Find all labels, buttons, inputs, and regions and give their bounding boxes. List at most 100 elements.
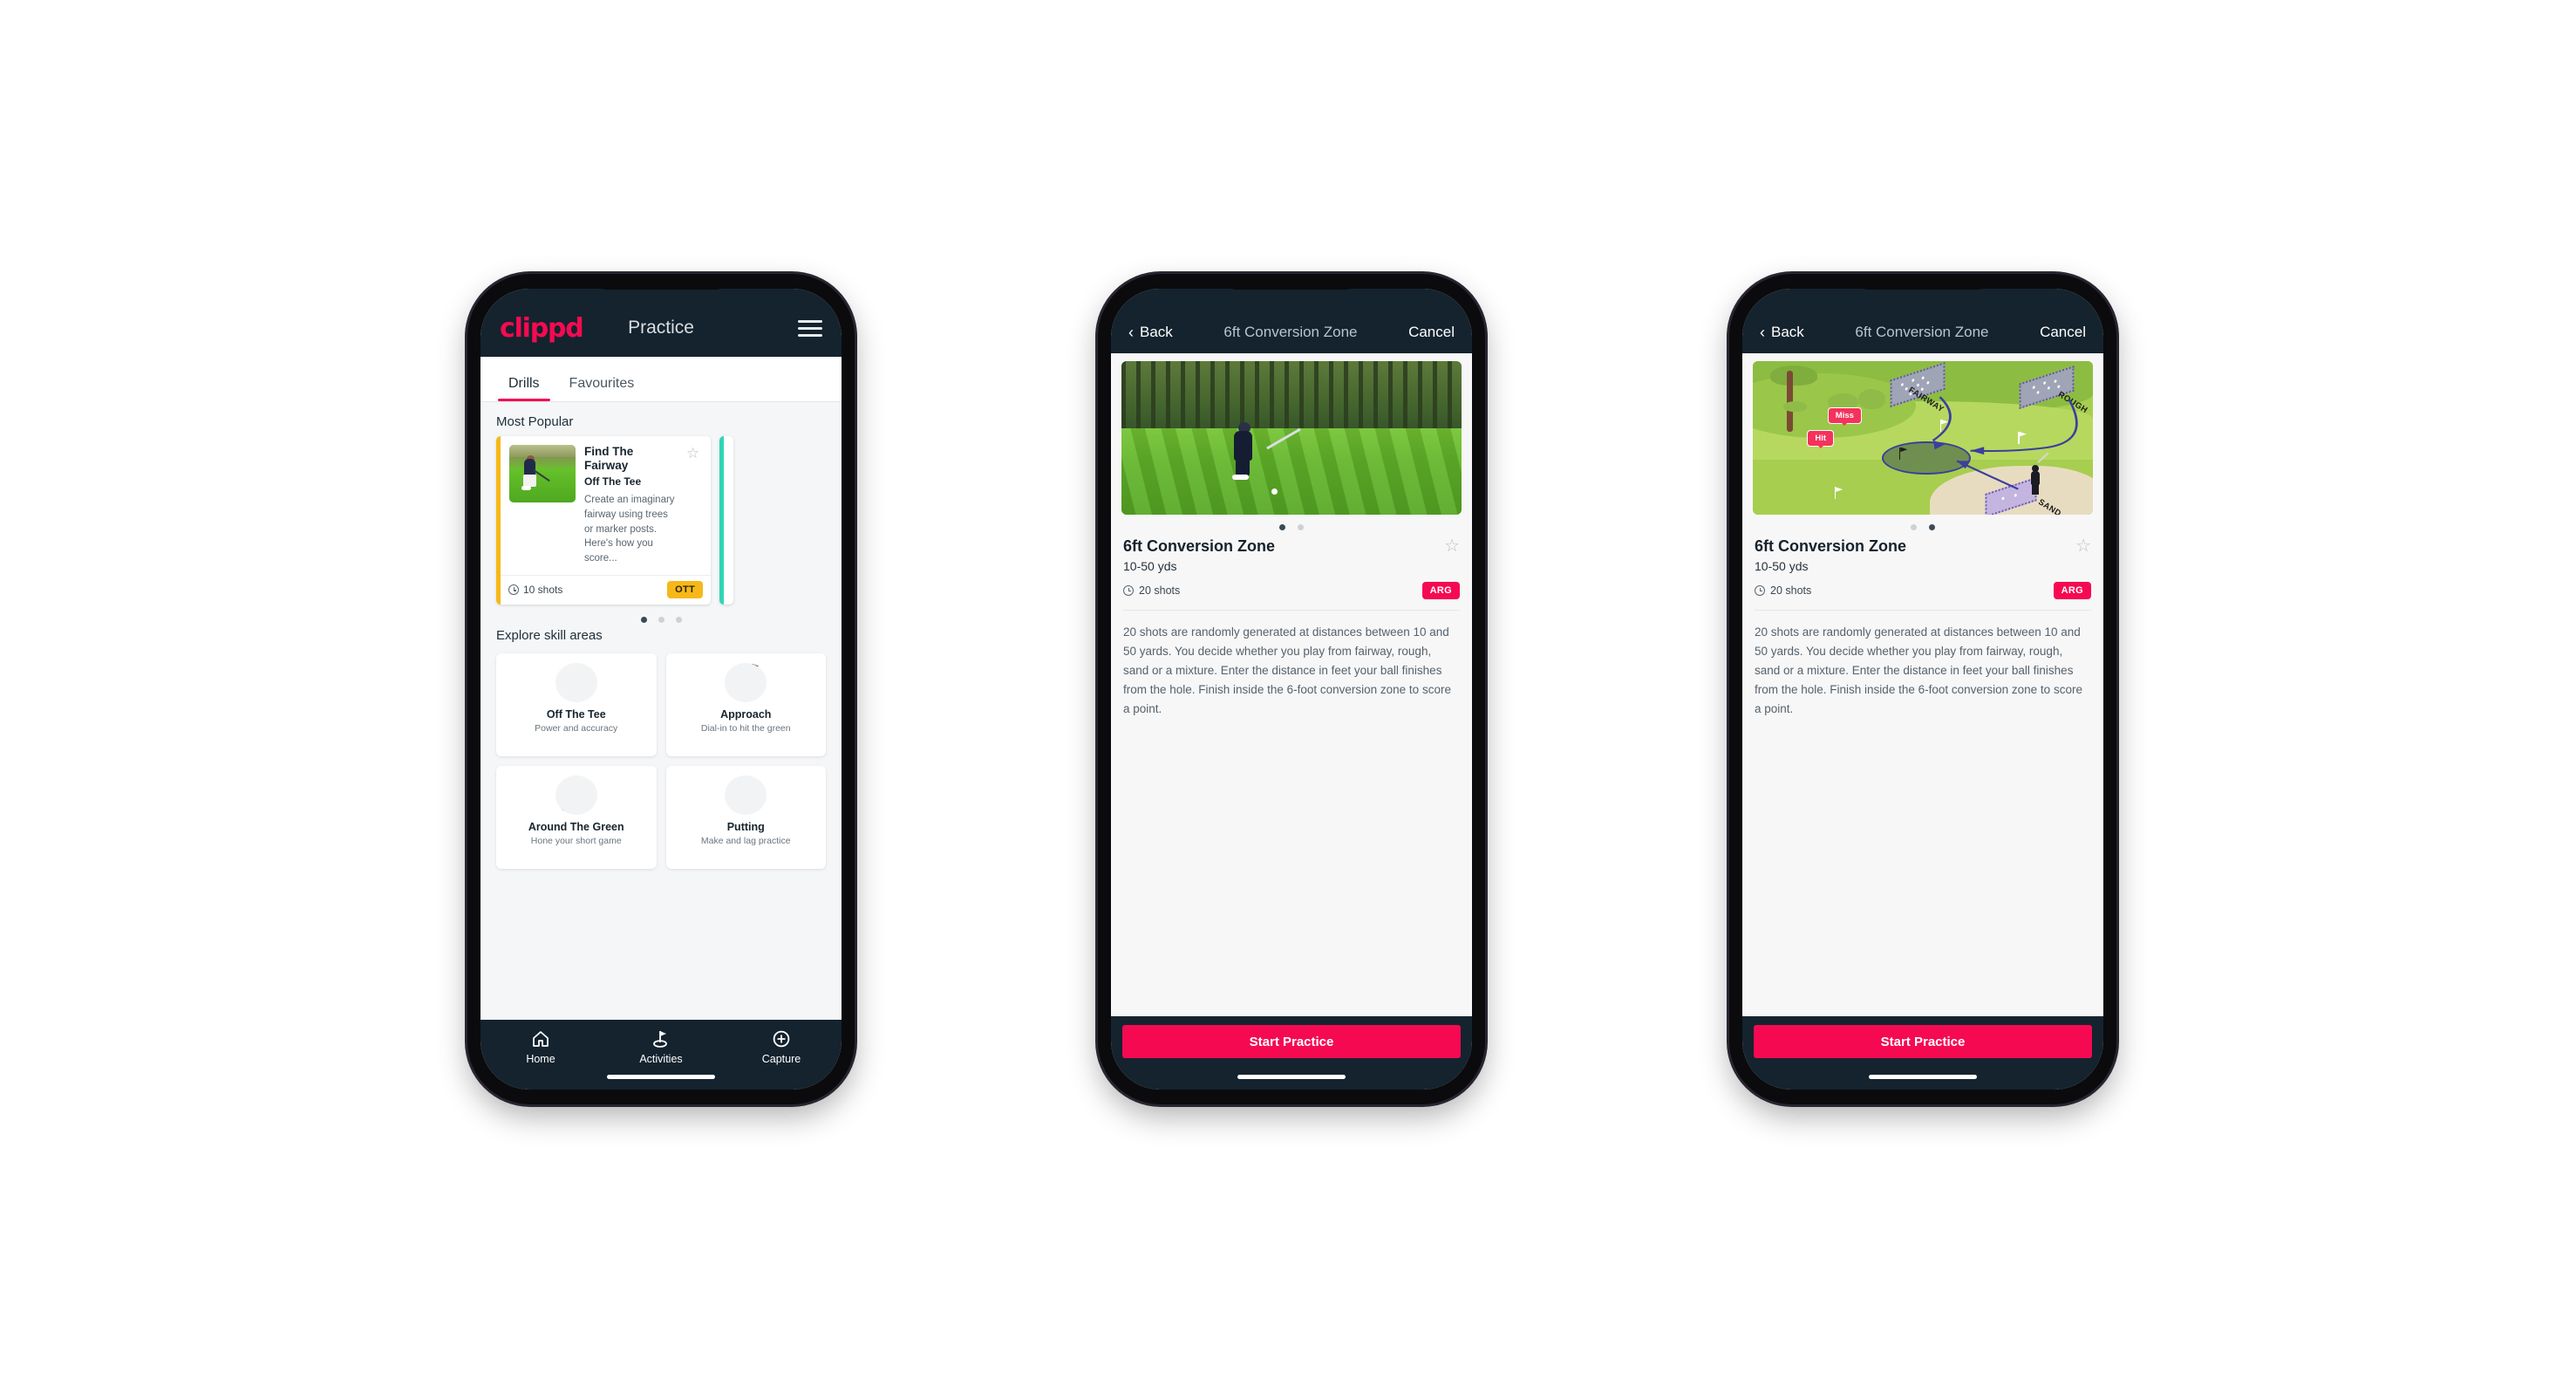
start-practice-button[interactable]: Start Practice bbox=[1754, 1025, 2092, 1058]
section-explore-title: Explore skill areas bbox=[496, 627, 603, 643]
plus-circle-icon bbox=[773, 1030, 790, 1048]
skill-areas-grid: Off The Tee Power and accuracy Approach … bbox=[480, 650, 842, 869]
media-dot[interactable] bbox=[1298, 524, 1304, 530]
skill-name: Putting bbox=[726, 820, 765, 833]
bottom-navigation: Home Activities Capture bbox=[480, 1020, 842, 1090]
skill-desc: Hone your short game bbox=[530, 835, 622, 846]
back-button[interactable]: ‹ Back bbox=[1760, 324, 1804, 341]
phone-practice-list: clippd Practice Drills Favourites Most P… bbox=[467, 274, 855, 1104]
modal-nav-bar: ‹ Back 6ft Conversion Zone Cancel bbox=[1111, 289, 1472, 353]
skill-name: Off The Tee bbox=[546, 707, 606, 721]
home-indicator bbox=[1237, 1075, 1346, 1079]
drill-distance: 10-50 yds bbox=[1123, 559, 1177, 573]
clippd-logo: clippd bbox=[500, 312, 584, 344]
skill-card-around-the-green[interactable]: Around The Green Hone your short game bbox=[496, 765, 657, 869]
detail-meta: 20 shots ARG bbox=[1753, 582, 2093, 599]
status-badge-arg: ARG bbox=[2053, 582, 2091, 599]
phone-drill-detail-photo: ‹ Back 6ft Conversion Zone Cancel 6ft Co… bbox=[1098, 274, 1485, 1104]
home-icon bbox=[533, 1031, 549, 1047]
drill-detail-body: 6ft Conversion Zone 10-50 yds ☆ 20 shots… bbox=[1111, 353, 1472, 1016]
section-most-popular-title: Most Popular bbox=[496, 414, 574, 429]
drill-detail-body: FAIRWAY ROUGH SAND Miss Hit 6ft Conversi… bbox=[1742, 353, 2103, 1016]
golfer-figure bbox=[2028, 452, 2049, 495]
media-dots[interactable] bbox=[1753, 515, 2093, 537]
drill-card-next-peek[interactable] bbox=[719, 436, 733, 605]
drill-media-photo[interactable] bbox=[1121, 361, 1462, 515]
media-dot[interactable] bbox=[1929, 524, 1935, 530]
cancel-button[interactable]: Cancel bbox=[1408, 324, 1455, 341]
tab-bar: Drills Favourites bbox=[480, 357, 842, 402]
skill-card-putting[interactable]: Putting Make and lag practice bbox=[665, 765, 826, 869]
tab-favourites[interactable]: Favourites bbox=[557, 376, 647, 401]
skill-name: Approach bbox=[720, 707, 772, 721]
drill-title: 6ft Conversion Zone bbox=[1123, 537, 1276, 555]
star-outline-icon[interactable]: ☆ bbox=[2075, 537, 2091, 555]
detail-header: 6ft Conversion Zone 10-50 yds ☆ bbox=[1753, 537, 2093, 573]
start-practice-button[interactable]: Start Practice bbox=[1122, 1025, 1461, 1058]
modal-title: 6ft Conversion Zone bbox=[1855, 324, 1989, 340]
screen-2: ‹ Back 6ft Conversion Zone Cancel 6ft Co… bbox=[1111, 289, 1472, 1090]
green-approach-icon bbox=[720, 661, 771, 705]
hamburger-icon[interactable] bbox=[798, 319, 822, 337]
star-outline-icon[interactable]: ☆ bbox=[686, 445, 702, 566]
drill-card-text: Find The Fairway Off The Tee Create an i… bbox=[584, 445, 678, 566]
putt-rings-icon bbox=[720, 774, 771, 817]
media-dot[interactable] bbox=[1911, 524, 1917, 530]
nav-item-home[interactable]: Home bbox=[480, 1029, 601, 1065]
most-popular-carousel[interactable]: Find The Fairway Off The Tee Create an i… bbox=[480, 436, 842, 605]
drill-title: 6ft Conversion Zone bbox=[1755, 537, 1907, 555]
chevron-left-icon: ‹ bbox=[1760, 324, 1765, 341]
phone-drill-detail-illustration: ‹ Back 6ft Conversion Zone Cancel FAIRWA… bbox=[1729, 274, 2116, 1104]
drill-description: Create an imaginary fairway using trees … bbox=[584, 495, 675, 564]
drill-shots: 20 shots bbox=[1755, 584, 1811, 597]
nav-label: Home bbox=[526, 1053, 555, 1065]
status-badge-arg: ARG bbox=[1421, 582, 1460, 599]
home-indicator bbox=[607, 1075, 715, 1079]
drill-card-top: Find The Fairway Off The Tee Create an i… bbox=[501, 436, 711, 575]
carousel-dot[interactable] bbox=[658, 616, 664, 623]
screenshot-canvas: clippd Practice Drills Favourites Most P… bbox=[0, 0, 2576, 1387]
carousel-dot[interactable] bbox=[640, 616, 647, 623]
shot-arrows bbox=[1932, 396, 2078, 490]
star-outline-icon[interactable]: ☆ bbox=[1444, 537, 1460, 555]
clock-icon bbox=[1755, 585, 1765, 596]
page-title: Practice bbox=[628, 318, 694, 338]
drill-card-footer: 10 shots OTT bbox=[501, 574, 711, 605]
drill-card[interactable]: Find The Fairway Off The Tee Create an i… bbox=[496, 436, 711, 605]
drill-thumbnail bbox=[509, 445, 576, 502]
skill-card-off-the-tee[interactable]: Off The Tee Power and accuracy bbox=[496, 653, 657, 756]
skill-name: Around The Green bbox=[528, 820, 624, 833]
media-dot[interactable] bbox=[1279, 524, 1285, 530]
nav-label: Activities bbox=[639, 1053, 683, 1065]
tab-drills[interactable]: Drills bbox=[496, 376, 552, 401]
nav-label: Capture bbox=[761, 1053, 801, 1065]
app-header: clippd Practice bbox=[480, 289, 842, 357]
skill-desc: Make and lag practice bbox=[700, 835, 791, 846]
tee-fan-icon bbox=[551, 661, 602, 705]
tooltip-hit: Hit bbox=[1807, 430, 1835, 448]
cancel-button[interactable]: Cancel bbox=[2040, 324, 2086, 341]
footer-actions: Start Practice bbox=[1111, 1016, 1472, 1090]
nav-item-capture[interactable]: Capture bbox=[721, 1029, 842, 1065]
detail-meta: 20 shots ARG bbox=[1121, 582, 1462, 599]
drill-description: 20 shots are randomly generated at dista… bbox=[1123, 625, 1451, 715]
drill-shots-label: 20 shots bbox=[1139, 584, 1181, 597]
tooltip-miss: Miss bbox=[1827, 407, 1862, 424]
carousel-dot[interactable] bbox=[675, 616, 682, 623]
drill-shots-label: 10 shots bbox=[523, 584, 563, 597]
drill-shots: 10 shots bbox=[508, 584, 562, 596]
clock-icon bbox=[508, 584, 519, 596]
carousel-dots[interactable] bbox=[480, 605, 842, 625]
drill-description: 20 shots are randomly generated at dista… bbox=[1755, 625, 2082, 715]
detail-header: 6ft Conversion Zone 10-50 yds ☆ bbox=[1121, 537, 1462, 573]
back-label: Back bbox=[1771, 324, 1804, 340]
drill-name: Find The Fairway bbox=[584, 445, 634, 473]
nav-item-activities[interactable]: Activities bbox=[601, 1029, 721, 1065]
chevron-left-icon: ‹ bbox=[1128, 324, 1134, 341]
media-dots[interactable] bbox=[1121, 515, 1462, 537]
drill-media-illustration[interactable]: FAIRWAY ROUGH SAND Miss Hit bbox=[1753, 361, 2093, 515]
modal-nav-bar: ‹ Back 6ft Conversion Zone Cancel bbox=[1742, 289, 2103, 353]
skill-card-approach[interactable]: Approach Dial-in to hit the green bbox=[665, 653, 826, 756]
back-label: Back bbox=[1140, 324, 1173, 340]
back-button[interactable]: ‹ Back bbox=[1128, 324, 1173, 341]
